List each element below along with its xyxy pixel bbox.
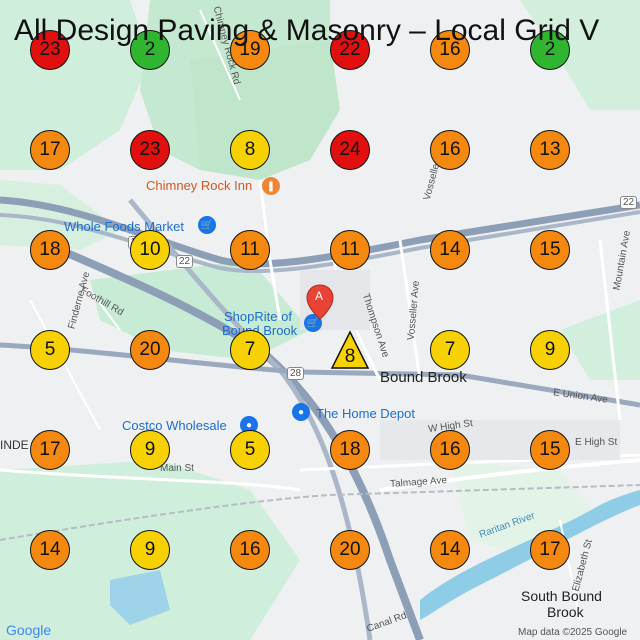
grid-rank-pin[interactable]: 17 (30, 130, 70, 170)
grid-rank-value: 8 (344, 346, 356, 367)
grid-rank-pin[interactable]: 11 (330, 230, 370, 270)
grid-rank-pin[interactable]: 14 (30, 530, 70, 570)
grid-rank-pin[interactable]: 7 (230, 330, 270, 370)
grid-rank-pin[interactable]: 20 (130, 330, 170, 370)
grid-rank-pin[interactable]: 15 (530, 230, 570, 270)
grid-rank-pin[interactable]: 15 (530, 430, 570, 470)
grid-rank-pin[interactable]: 18 (30, 230, 70, 270)
grid-rank-pin[interactable]: 16 (430, 130, 470, 170)
grid-rank-pin[interactable]: 9 (130, 530, 170, 570)
grid-rank-pin[interactable]: 16 (230, 530, 270, 570)
grid-rank-pin[interactable]: 16 (430, 430, 470, 470)
grid-rank-pin[interactable]: 18 (330, 430, 370, 470)
grid-rank-pin[interactable]: 17 (530, 530, 570, 570)
grid-rank-pin[interactable]: 9 (130, 430, 170, 470)
grid-rank-pin[interactable]: 10 (130, 230, 170, 270)
grid-rank-pin[interactable]: 8 (230, 130, 270, 170)
grid-rank-pin[interactable]: 20 (330, 530, 370, 570)
grid-rank-pin[interactable]: 13 (530, 130, 570, 170)
grid-rank-pin[interactable]: 24 (330, 130, 370, 170)
grid-rank-pin[interactable]: 7 (430, 330, 470, 370)
page-title: All Design Paving & Masonry – Local Grid… (14, 14, 600, 47)
grid-rank-pin[interactable]: 8 (330, 330, 370, 370)
grid-rank-pin[interactable]: 14 (430, 530, 470, 570)
grid-rank-pin[interactable]: 14 (430, 230, 470, 270)
grid-rank-pin[interactable]: 23 (130, 130, 170, 170)
grid-rank-pin[interactable]: 17 (30, 430, 70, 470)
grid-rank-pin[interactable]: 11 (230, 230, 270, 270)
grid-rank-pin[interactable]: 5 (230, 430, 270, 470)
grid-rank-pin[interactable]: 5 (30, 330, 70, 370)
grid-rank-pin[interactable]: 9 (530, 330, 570, 370)
grid-pins: 23 2 19 22 16 2 17 23 8 24 16 13 18 10 11 11 14 15 5 20 7 8 7 9… (0, 0, 640, 640)
